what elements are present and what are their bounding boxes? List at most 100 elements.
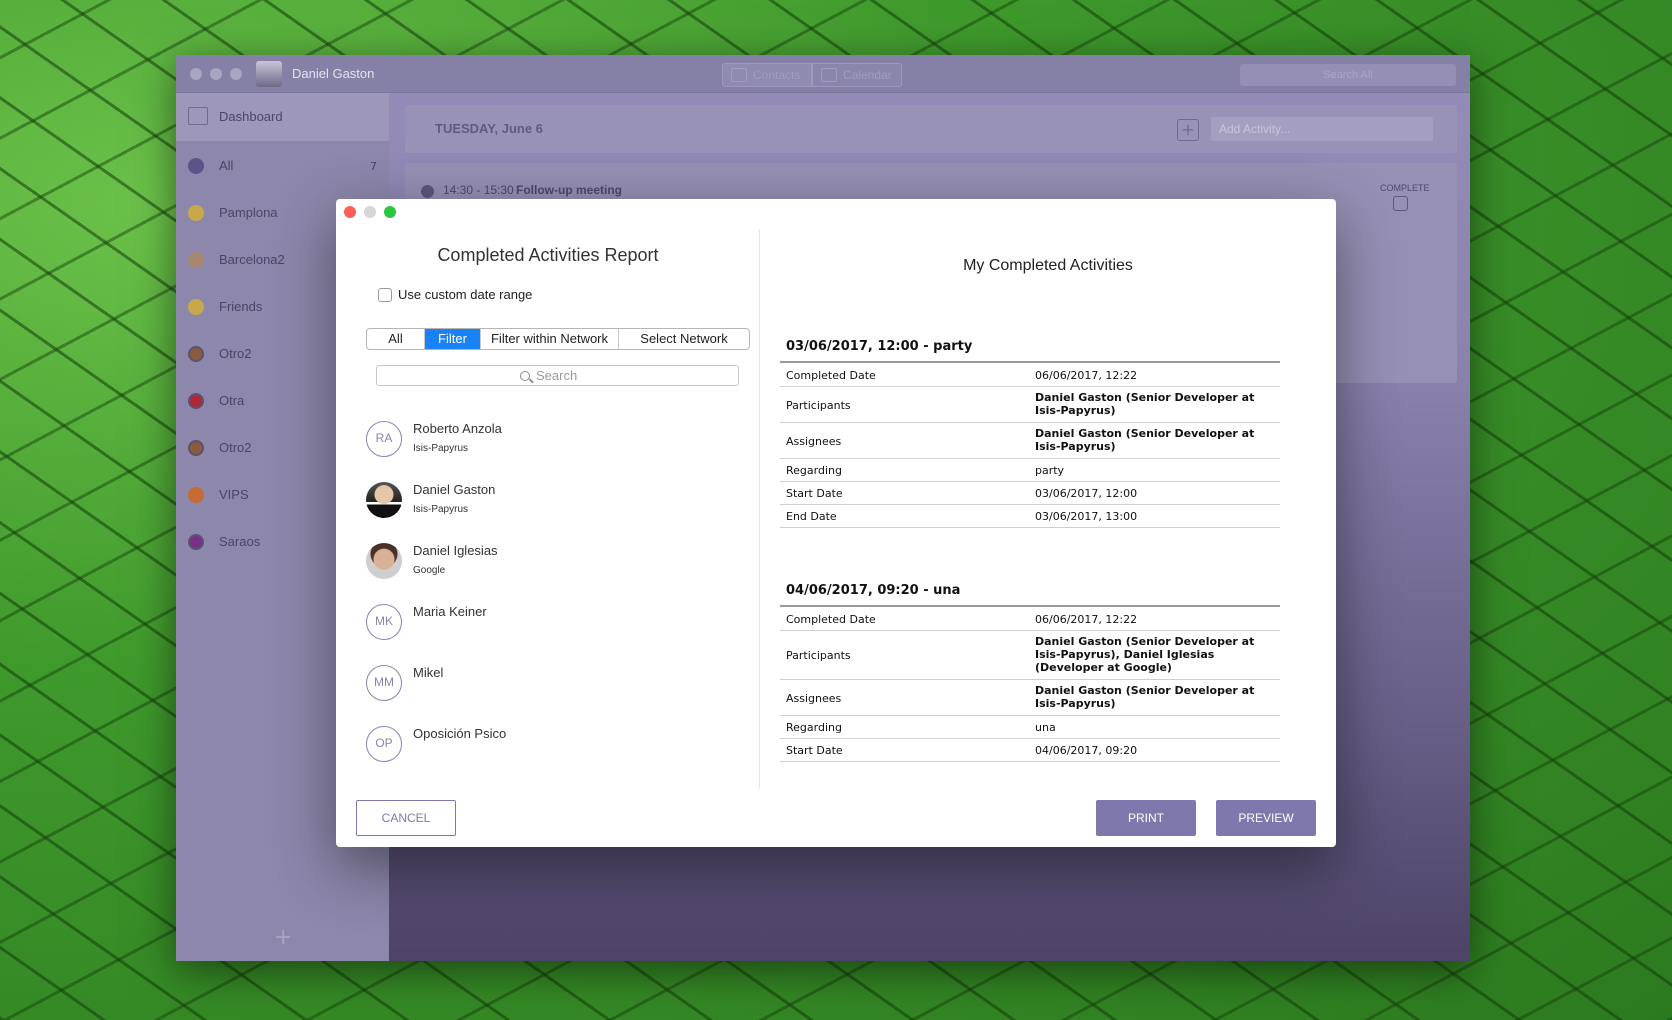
print-button[interactable]: PRINT (1096, 800, 1196, 836)
search-icon (520, 371, 530, 381)
report-row: Participants Daniel Gaston (Senior Develo… (780, 631, 1280, 680)
filter-tab-filter-within-network[interactable]: Filter within Network (481, 329, 619, 349)
sidebar-item-label: Otro2 (219, 346, 252, 361)
search-all-input[interactable]: Search All (1240, 64, 1456, 86)
add-activity-button[interactable]: + (1177, 119, 1199, 141)
user-avatar[interactable] (256, 61, 282, 87)
contact-row[interactable]: OP Oposición Psico (366, 724, 746, 786)
group-color-dot (188, 534, 204, 550)
row-label: Completed Date (786, 369, 876, 382)
filter-tab-select-network[interactable]: Select Network (619, 329, 749, 349)
calendar-icon (821, 68, 837, 82)
row-label: End Date (786, 510, 837, 523)
entry-rule (780, 605, 1280, 607)
report-row: Assignees Daniel Gaston (Senior Developer… (780, 680, 1280, 716)
group-color-dot (188, 487, 204, 503)
contacts-icon (731, 68, 747, 82)
row-value: 06/06/2017, 12:22 (1035, 613, 1138, 626)
dashboard-calendar-icon (188, 107, 208, 125)
sidebar-item-label: Saraos (219, 534, 261, 549)
contact-search-input[interactable]: Search (376, 365, 739, 386)
calendar-tab[interactable]: Calendar (812, 63, 902, 87)
group-color-dot (188, 205, 204, 221)
group-color-dot (188, 252, 204, 268)
activity-color-dot (421, 185, 434, 198)
group-color-dot (188, 346, 204, 362)
report-row: Completed Date 06/06/2017, 12:22 (780, 608, 1280, 631)
row-value: Daniel Gaston (Senior Developer at Isis-… (1035, 427, 1255, 453)
row-value: una (1035, 721, 1056, 734)
report-row: Assignees Daniel Gaston (Senior Developer… (780, 423, 1280, 459)
row-value: party (1035, 464, 1065, 477)
row-label: Assignees (786, 691, 842, 705)
report-preview[interactable]: 03/06/2017, 12:00 - party Completed Date 0… (780, 339, 1280, 762)
contact-organization: Google (413, 565, 446, 576)
add-activity-input[interactable]: Add Activity... (1211, 117, 1433, 141)
row-label: Start Date (786, 744, 843, 757)
group-color-dot (188, 158, 204, 174)
sidebar-item-all[interactable]: All 7 (176, 141, 389, 191)
activity-title: Follow-up meeting (516, 183, 622, 197)
sidebar-item-dashboard[interactable]: Dashboard (176, 93, 389, 141)
contacts-tab[interactable]: Contacts (722, 63, 812, 87)
filter-tab-filter[interactable]: Filter (425, 329, 481, 349)
row-label: Participants (786, 649, 851, 662)
row-value: 06/06/2017, 12:22 (1035, 369, 1138, 382)
row-label: Assignees (786, 434, 842, 448)
completed-activities-dialog: Completed Activities Report Use custom d… (336, 199, 1336, 847)
report-row: Participants Daniel Gaston (Senior Develo… (780, 387, 1280, 423)
row-value: 04/06/2017, 09:20 (1035, 744, 1138, 757)
contact-name: Mikel (413, 665, 444, 680)
complete-checkbox[interactable] (1393, 196, 1408, 211)
pane-divider (759, 229, 760, 789)
custom-date-range-checkbox[interactable] (378, 288, 392, 302)
group-color-dot (188, 440, 204, 456)
group-color-dot (188, 393, 204, 409)
sidebar-item-label: Otra (219, 393, 245, 408)
report-row: Start Date 04/06/2017, 09:20 (780, 739, 1280, 762)
filter-tab-all[interactable]: All (367, 329, 425, 349)
contact-row[interactable]: Daniel Gaston Isis-Papyrus (366, 480, 746, 542)
day-title: TUESDAY, June 6 (435, 121, 543, 136)
sidebar-item-label: Otro2 (219, 440, 252, 455)
contact-avatar: RA (366, 421, 402, 457)
entry-rule (780, 361, 1280, 363)
sidebar-item-label: Friends (219, 299, 263, 314)
report-row: Regarding party (780, 459, 1280, 482)
title-bar: Daniel Gaston Contacts Calendar Search A… (176, 55, 1470, 93)
user-name: Daniel Gaston (292, 66, 375, 81)
contact-organization: Isis-Papyrus (413, 443, 469, 454)
sidebar-item-label: Barcelona2 (219, 252, 285, 267)
row-value: Daniel Gaston (Senior Developer at Isis-… (1035, 391, 1255, 417)
contact-avatar (366, 482, 402, 518)
contact-row[interactable]: Daniel Iglesias Google (366, 541, 746, 603)
cancel-button[interactable]: CANCEL (356, 800, 456, 836)
contact-row[interactable]: MK Maria Keiner (366, 602, 746, 664)
contact-name: Oposición Psico (413, 726, 507, 741)
sidebar-item-label: Pamplona (219, 205, 278, 220)
complete-label: COMPLETE (1380, 183, 1430, 193)
sidebar-item-label: All (219, 158, 234, 173)
contact-name: Roberto Anzola (413, 421, 502, 436)
contact-name: Maria Keiner (413, 604, 487, 619)
row-value: Daniel Gaston (Senior Developer at Isis-… (1035, 635, 1255, 674)
row-value: 03/06/2017, 12:00 (1035, 487, 1138, 500)
contact-row[interactable]: RA Roberto Anzola Isis-Papyrus (366, 419, 746, 481)
row-label: Completed Date (786, 613, 876, 626)
row-label: Regarding (786, 464, 842, 477)
report-row: Regarding una (780, 716, 1280, 739)
minimize-window-button[interactable] (210, 68, 222, 80)
zoom-window-button[interactable] (230, 68, 242, 80)
preview-button[interactable]: PREVIEW (1216, 800, 1316, 836)
sidebar-item-count: 7 (370, 160, 377, 173)
entry-heading: 03/06/2017, 12:00 - party (786, 339, 973, 354)
contact-row[interactable]: MM Mikel (366, 663, 746, 725)
report-title: Completed Activities Report (437, 245, 659, 265)
contact-name: Daniel Gaston (413, 482, 496, 497)
report-row: Start Date 03/06/2017, 12:00 (780, 482, 1280, 505)
entry-heading: 04/06/2017, 09:20 - una (786, 583, 961, 598)
close-window-button[interactable] (190, 68, 202, 80)
add-group-button[interactable]: + (274, 925, 292, 950)
group-color-dot (188, 299, 204, 315)
day-header: TUESDAY, June 6 + Add Activity... (405, 105, 1457, 153)
